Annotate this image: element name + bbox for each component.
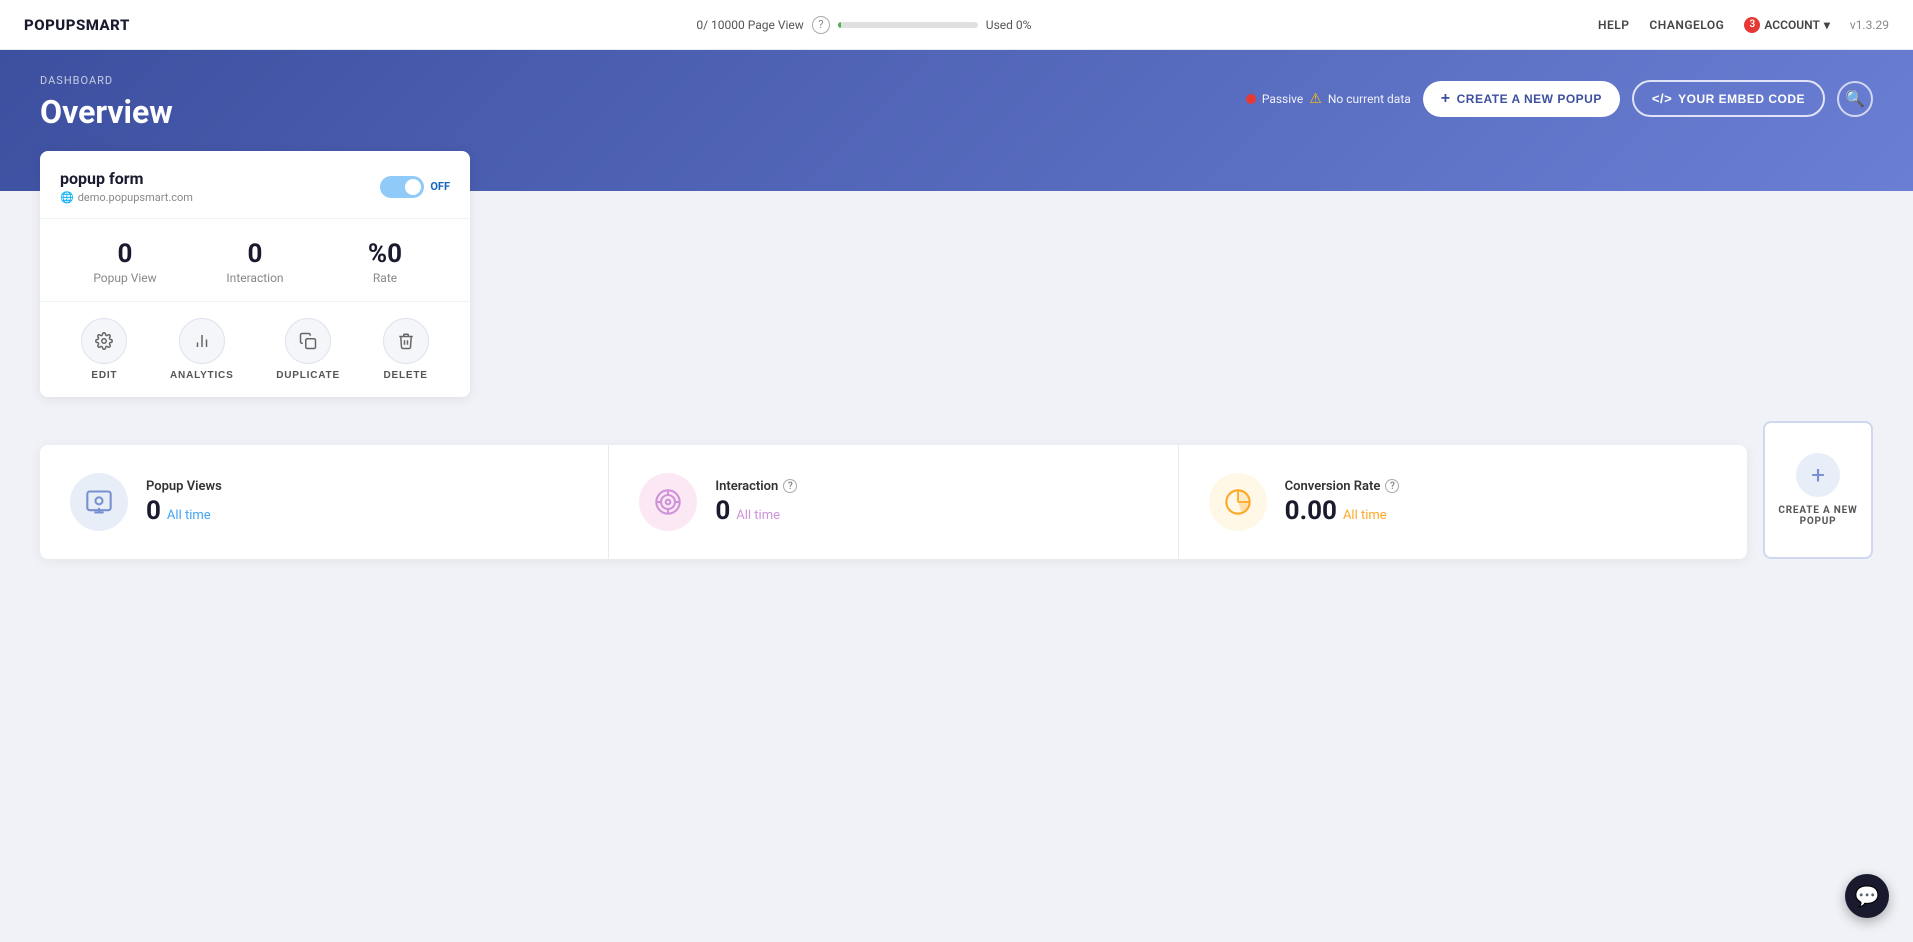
conversion-info: Conversion Rate ? 0.00All time [1285, 479, 1400, 526]
create-new-label: CREATE A NEW POPUP [1775, 505, 1861, 527]
pageview-help-icon[interactable]: ? [812, 16, 830, 34]
pageview-bar [838, 22, 978, 28]
popup-card-title-wrap: popup form 🌐 demo.popupsmart.com [60, 169, 193, 204]
chat-bubble-button[interactable]: 💬 [1845, 874, 1889, 918]
popup-views-icon-wrap [70, 473, 128, 531]
status-badge: Passive ⚠ No current data [1246, 91, 1411, 107]
bottom-stats-section: Popup Views 0All time [40, 421, 1873, 559]
popup-card-header: popup form 🌐 demo.popupsmart.com OFF [40, 151, 470, 219]
edit-button[interactable]: EDIT [81, 318, 127, 381]
stat-item-interaction: 0 Interaction [190, 239, 320, 285]
account-badge: 3 [1744, 17, 1760, 33]
popup-card-actions: EDIT ANALYTICS DUPLICATE DELETE [40, 302, 470, 397]
globe-icon: 🌐 [60, 191, 74, 204]
help-link[interactable]: HELP [1598, 18, 1629, 32]
stat-value-popup-view: 0 [60, 239, 190, 269]
account-button[interactable]: 3 ACCOUNT ▾ [1744, 17, 1830, 33]
interaction-info-icon: ? [783, 479, 797, 493]
conversion-info-icon: ? [1385, 479, 1399, 493]
duplicate-icon [285, 318, 331, 364]
delete-button[interactable]: DELETE [383, 318, 429, 381]
create-new-popup-card[interactable]: + CREATE A NEW POPUP [1763, 421, 1873, 559]
bottom-stats-bar: Popup Views 0All time [40, 445, 1747, 559]
delete-icon [383, 318, 429, 364]
stat-label-interaction: Interaction [190, 271, 320, 285]
bstat-conversion-rate: Conversion Rate ? 0.00All time [1179, 445, 1747, 559]
search-icon: 🔍 [1845, 89, 1865, 108]
popup-card: popup form 🌐 demo.popupsmart.com OFF 0 P… [40, 151, 470, 397]
pageview-label: 0/ 10000 Page View [696, 18, 803, 32]
stat-value-interaction: 0 [190, 239, 320, 269]
used-label: Used 0% [986, 18, 1032, 32]
interaction-icon-wrap [639, 473, 697, 531]
edit-label: EDIT [91, 370, 117, 381]
conversion-alltime: All time [1343, 508, 1387, 523]
toggle-thumb [405, 179, 421, 195]
popup-views-alltime: All time [167, 508, 211, 523]
popup-views-info: Popup Views 0All time [146, 479, 222, 526]
embed-code-button[interactable]: </> YOUR EMBED CODE [1632, 80, 1825, 117]
plus-icon: + [1441, 90, 1451, 108]
stat-item-rate: %0 Rate [320, 239, 450, 285]
interaction-value: 0All time [715, 496, 797, 526]
create-new-plus-icon: + [1796, 453, 1840, 497]
app-logo: POPUPSMART [24, 16, 130, 34]
toggle-wrap: OFF [380, 176, 450, 198]
stat-value-rate: %0 [320, 239, 450, 269]
popup-card-url: 🌐 demo.popupsmart.com [60, 191, 193, 204]
version-label: v1.3.29 [1850, 18, 1889, 32]
create-popup-button[interactable]: + CREATE A NEW POPUP [1423, 81, 1620, 117]
popup-card-stats: 0 Popup View 0 Interaction %0 Rate [40, 219, 470, 302]
conversion-icon-wrap [1209, 473, 1267, 531]
analytics-button[interactable]: ANALYTICS [170, 318, 234, 381]
analytics-label: ANALYTICS [170, 370, 234, 381]
duplicate-label: DUPLICATE [276, 370, 340, 381]
toggle-off-label: OFF [430, 180, 450, 193]
conversion-title: Conversion Rate ? [1285, 479, 1400, 494]
topnav: POPUPSMART 0/ 10000 Page View ? Used 0% … [0, 0, 1913, 50]
create-popup-label: CREATE A NEW POPUP [1457, 92, 1602, 106]
no-data-label: No current data [1328, 92, 1411, 106]
interaction-title: Interaction ? [715, 479, 797, 494]
conversion-value: 0.00All time [1285, 496, 1400, 526]
warning-icon: ⚠ [1309, 91, 1322, 107]
main-content: popup form 🌐 demo.popupsmart.com OFF 0 P… [0, 151, 1913, 599]
stat-item-popup-view: 0 Popup View [60, 239, 190, 285]
stat-label-rate: Rate [320, 271, 450, 285]
chat-icon: 💬 [1855, 884, 1880, 908]
stat-label-popup-view: Popup View [60, 271, 190, 285]
delete-label: DELETE [383, 370, 427, 381]
code-icon: </> [1652, 91, 1672, 106]
edit-icon [81, 318, 127, 364]
popup-toggle[interactable] [380, 176, 424, 198]
topnav-right: HELP CHANGELOG 3 ACCOUNT ▾ v1.3.29 [1598, 17, 1889, 33]
interaction-info: Interaction ? 0All time [715, 479, 797, 526]
bstat-interaction: Interaction ? 0All time [609, 445, 1178, 559]
changelog-link[interactable]: CHANGELOG [1649, 18, 1724, 32]
analytics-icon [179, 318, 225, 364]
status-passive-label: Passive [1262, 92, 1303, 106]
search-button[interactable]: 🔍 [1837, 81, 1873, 117]
popup-card-name: popup form [60, 169, 193, 188]
popup-views-value: 0All time [146, 496, 222, 526]
account-chevron-icon: ▾ [1824, 18, 1830, 32]
embed-code-label: YOUR EMBED CODE [1678, 92, 1805, 106]
status-dot-icon [1246, 94, 1256, 104]
bstat-popup-views: Popup Views 0All time [40, 445, 609, 559]
topnav-center: 0/ 10000 Page View ? Used 0% [130, 16, 1598, 34]
pageview-bar-fill [838, 22, 841, 28]
interaction-alltime: All time [736, 508, 780, 523]
popup-url-text: demo.popupsmart.com [78, 191, 193, 204]
account-label: ACCOUNT [1764, 18, 1819, 32]
duplicate-button[interactable]: DUPLICATE [276, 318, 340, 381]
popup-views-title: Popup Views [146, 479, 222, 494]
header-actions: Passive ⚠ No current data + CREATE A NEW… [1246, 80, 1873, 117]
